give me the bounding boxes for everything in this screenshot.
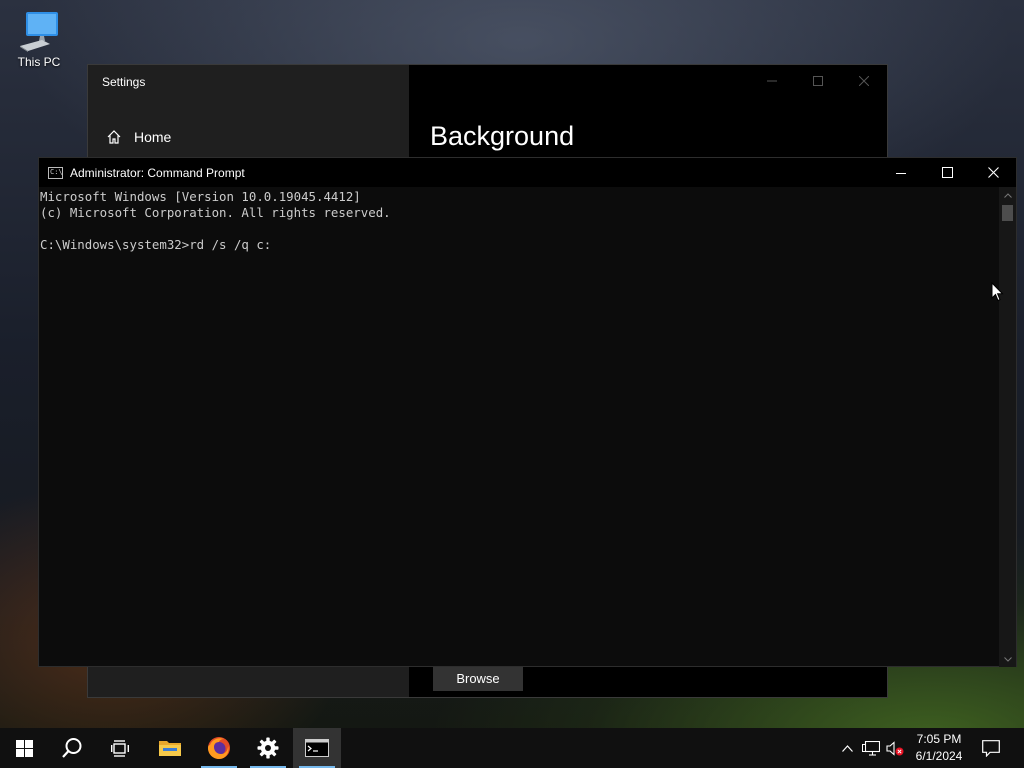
cmd-minimize-button[interactable] [878, 158, 924, 187]
file-explorer-button[interactable] [146, 728, 194, 768]
scroll-down-arrow[interactable] [999, 651, 1016, 667]
page-title: Background [430, 121, 575, 151]
windows-start-icon [15, 739, 33, 757]
close-icon [987, 167, 999, 178]
command-prompt-taskbar-button[interactable] [293, 728, 341, 768]
command-prompt-window[interactable]: C:\ Administrator: Command Prompt Micros… [38, 157, 1017, 667]
settings-caption-buttons [749, 65, 887, 97]
mouse-cursor-icon [991, 282, 1004, 302]
cmd-maximize-button[interactable] [924, 158, 970, 187]
home-icon [107, 130, 121, 144]
this-pc-icon [20, 12, 58, 52]
command-prompt-title: Administrator: Command Prompt [70, 165, 245, 180]
command-prompt-caption-buttons [878, 158, 1016, 187]
scrollbar-thumb[interactable] [1002, 205, 1013, 221]
show-hidden-icons-button[interactable] [836, 728, 858, 768]
network-button[interactable] [859, 728, 883, 768]
chevron-down-icon [1003, 656, 1012, 662]
command-prompt-icon [305, 739, 329, 757]
network-icon [862, 740, 880, 756]
maximize-icon [813, 76, 823, 86]
start-button[interactable] [0, 728, 48, 768]
settings-close-button[interactable] [841, 65, 887, 97]
chevron-up-icon [841, 744, 853, 752]
scroll-up-arrow[interactable] [999, 187, 1016, 203]
task-view-icon [111, 739, 129, 757]
command-prompt-titlebar[interactable]: C:\ Administrator: Command Prompt [39, 158, 1016, 187]
search-icon [62, 738, 82, 758]
firefox-icon [208, 737, 230, 759]
terminal-line: Microsoft Windows [Version 10.0.19045.44… [40, 189, 361, 204]
clock-date: 6/1/2024 [915, 749, 963, 763]
volume-muted-icon [886, 740, 904, 756]
task-view-button[interactable] [96, 728, 144, 768]
settings-window-title: Settings [102, 75, 146, 89]
taskbar: 7:05 PM 6/1/2024 [0, 728, 1024, 768]
settings-home-label: Home [134, 129, 172, 145]
minimize-icon [767, 80, 777, 82]
notification-icon [982, 739, 1000, 757]
clock-time: 7:05 PM [916, 732, 962, 746]
vertical-scrollbar[interactable] [999, 187, 1016, 667]
command-prompt-icon: C:\ [48, 166, 63, 179]
search-button[interactable] [48, 728, 96, 768]
taskbar-clock[interactable]: 7:05 PM 6/1/2024 [908, 731, 970, 765]
desktop-icon-label: This PC [17, 55, 61, 69]
minimize-icon [896, 172, 906, 174]
terminal-line: (c) Microsoft Corporation. All rights re… [40, 205, 391, 220]
action-center-button[interactable] [978, 728, 1004, 768]
terminal-prompt-line[interactable]: C:\Windows\system32>rd /s /q c: [40, 237, 1000, 253]
cmd-close-button[interactable] [970, 158, 1016, 187]
settings-maximize-button[interactable] [795, 65, 841, 97]
terminal-output[interactable]: Microsoft Windows [Version 10.0.19045.44… [39, 187, 1000, 667]
file-explorer-icon [159, 741, 181, 756]
settings-nav-home[interactable]: Home [106, 129, 171, 145]
settings-minimize-button[interactable] [749, 65, 795, 97]
desktop-icon-this-pc[interactable]: This PC [8, 8, 70, 69]
browse-button[interactable]: Browse [433, 665, 523, 691]
maximize-icon [941, 167, 953, 178]
settings-taskbar-button[interactable] [244, 728, 292, 768]
close-icon [859, 76, 869, 86]
volume-button[interactable] [883, 728, 907, 768]
chevron-up-icon [1003, 192, 1012, 198]
settings-gear-icon [257, 737, 279, 759]
firefox-button[interactable] [195, 728, 243, 768]
